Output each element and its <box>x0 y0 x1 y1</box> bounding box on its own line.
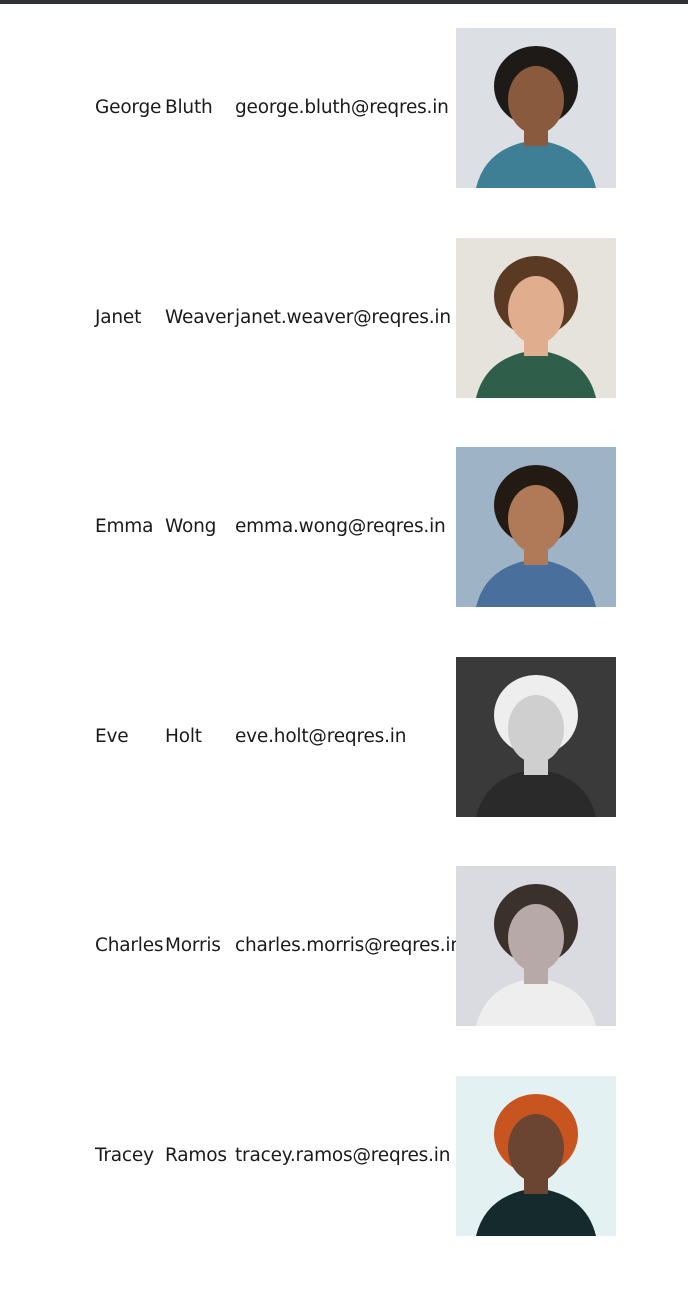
first-name: George <box>95 97 162 118</box>
avatar-image <box>456 28 616 188</box>
first-name: Emma <box>95 516 154 537</box>
portrait-photo <box>456 447 616 607</box>
email: tracey.ramos@reqres.in <box>235 1145 451 1166</box>
portrait-photo <box>456 1076 616 1236</box>
portrait-photo <box>456 28 616 188</box>
user-row: Eve Holt eve.holt@reqres.in <box>0 657 688 817</box>
face-shape <box>508 276 564 344</box>
last-name: Morris <box>165 935 221 956</box>
face-shape <box>508 66 564 134</box>
user-row: Charles Morris charles.morris@reqres.in <box>0 866 688 1026</box>
first-name: Charles <box>95 935 164 956</box>
face-shape <box>508 1114 564 1182</box>
user-row: Emma Wong emma.wong@reqres.in <box>0 447 688 607</box>
email: charles.morris@reqres.in <box>235 935 462 956</box>
portrait-photo <box>456 657 616 817</box>
email: eve.holt@reqres.in <box>235 726 407 747</box>
top-bar <box>0 0 688 4</box>
face-shape <box>508 485 564 553</box>
avatar-image <box>456 238 616 398</box>
last-name: Wong <box>165 516 217 537</box>
user-row: Tracey Ramos tracey.ramos@reqres.in <box>0 1076 688 1236</box>
last-name: Bluth <box>165 97 213 118</box>
first-name: Tracey <box>95 1145 154 1166</box>
email: emma.wong@reqres.in <box>235 516 446 537</box>
avatar-image <box>456 866 616 1026</box>
avatar-image <box>456 447 616 607</box>
first-name: Eve <box>95 726 129 747</box>
user-row: Janet Weaver janet.weaver@reqres.in <box>0 238 688 398</box>
avatar-image <box>456 1076 616 1236</box>
portrait-photo <box>456 238 616 398</box>
last-name: Ramos <box>165 1145 227 1166</box>
email: george.bluth@reqres.in <box>235 97 449 118</box>
face-shape <box>508 904 564 972</box>
last-name: Weaver <box>165 307 234 328</box>
email: janet.weaver@reqres.in <box>235 307 451 328</box>
avatar-image <box>456 657 616 817</box>
portrait-photo <box>456 866 616 1026</box>
user-row: George Bluth george.bluth@reqres.in <box>0 28 688 188</box>
face-shape <box>508 695 564 763</box>
first-name: Janet <box>95 307 142 328</box>
last-name: Holt <box>165 726 202 747</box>
